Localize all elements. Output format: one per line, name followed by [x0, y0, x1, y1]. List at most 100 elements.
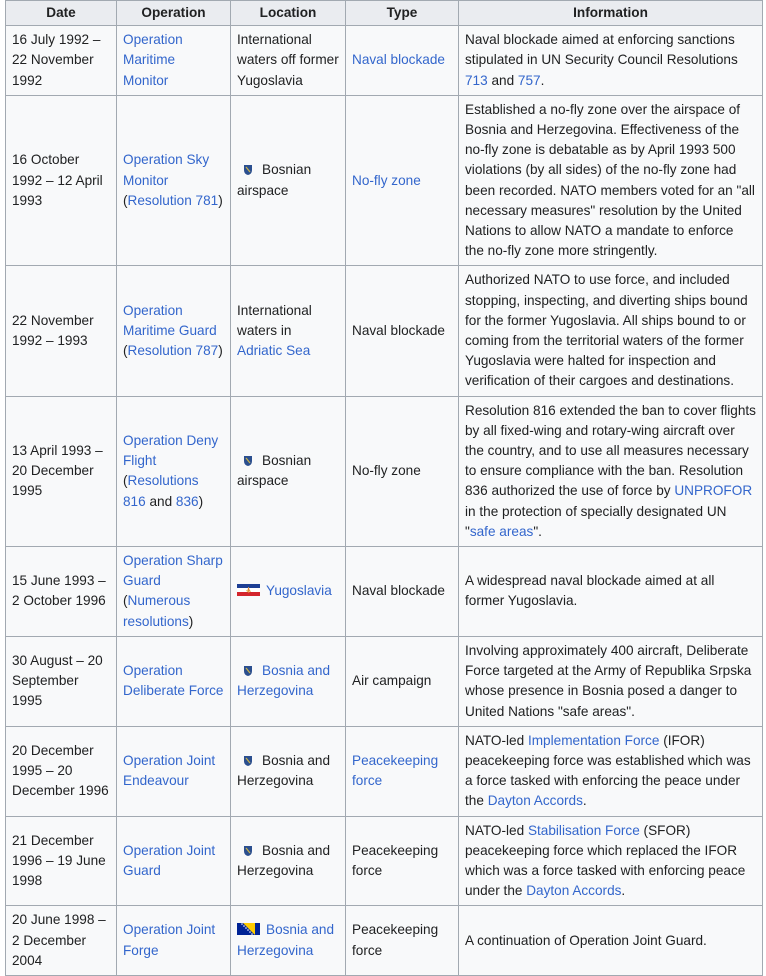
type-cell: No-fly zone [345, 94, 459, 267]
link[interactable]: Dayton Accords [526, 883, 621, 898]
header-information[interactable]: Information [458, 0, 763, 27]
type-cell: No-fly zone [345, 395, 459, 548]
bosnia-herzegovina-flag-icon [237, 922, 266, 937]
link[interactable]: Operation Joint Guard [123, 843, 215, 878]
location-cell: Bosnian airspace [230, 94, 346, 267]
text: . [582, 793, 587, 809]
operation-cell: Operation Deliberate Force [116, 635, 231, 727]
text: ) [198, 493, 204, 509]
information-cell: Authorized NATO to use force, and includ… [458, 265, 763, 397]
type-cell: Naval blockade [345, 25, 459, 96]
operation-cell: Operation Joint Forge [116, 905, 231, 976]
location-cell: International waters off former Yugoslav… [230, 25, 346, 96]
location-cell: Bosnia and Herzegovina [230, 635, 346, 727]
link[interactable]: Dayton Accords [488, 793, 583, 808]
table-row: 21 December 1996 – 19 June 1998 Operation… [5, 815, 763, 907]
text: Naval blockade [352, 583, 445, 599]
link[interactable]: Stabilisation Force [528, 823, 640, 838]
location-cell: Bosnia and Herzegovina [230, 815, 346, 907]
table-row: 15 June 1993 – 2 October 1996 Operation S… [5, 546, 763, 637]
text: International waters off former Yugoslav… [237, 32, 339, 88]
bosnia-coat-of-arms-icon [237, 453, 262, 468]
text: . [540, 72, 545, 88]
text: NATO-led [465, 822, 528, 838]
date-cell: 21 December 1996 – 19 June 1998 [5, 815, 117, 907]
link[interactable]: No-fly zone [352, 173, 421, 188]
link[interactable]: Operation Joint Endeavour [123, 753, 215, 788]
location-cell: Yugoslavia [230, 546, 346, 637]
information-cell: Naval blockade aimed at enforcing sancti… [458, 25, 763, 96]
yugoslavia-flag-icon [237, 583, 266, 598]
link[interactable]: Numerous resolutions [123, 593, 190, 628]
operation-cell: Operation Sharp Guard (Numerous resoluti… [116, 546, 231, 637]
link[interactable]: Operation Deny Flight [123, 433, 218, 468]
type-cell: Peacekeeping force [345, 905, 459, 976]
header-date[interactable]: Date [5, 0, 117, 27]
text: 30 August – 20 September 1995 [12, 652, 103, 709]
type-cell: Naval blockade [345, 265, 459, 397]
table-body: 16 July 1992 – 22 November 1992 Operation… [5, 25, 763, 976]
link[interactable]: Operation Joint Forge [123, 922, 215, 957]
text: NATO-led [465, 732, 528, 748]
header-type[interactable]: Type [345, 0, 459, 27]
location-cell: Bosnian airspace [230, 395, 346, 548]
text: and [145, 493, 176, 509]
operation-cell: Operation Joint Guard [116, 815, 231, 907]
link[interactable]: Resolution 787 [128, 343, 219, 358]
date-cell: 13 April 1993 – 20 December 1995 [5, 395, 117, 548]
location-cell: Bosnia and Herzegovina [230, 725, 346, 817]
text: Established a no-fly zone over the airsp… [465, 101, 755, 259]
link[interactable]: UNPROFOR [674, 483, 752, 498]
link[interactable]: Yugoslavia [266, 583, 332, 598]
link[interactable]: Adriatic Sea [237, 343, 310, 358]
header-location[interactable]: Location [230, 0, 346, 27]
text: Authorized NATO to use force, and includ… [465, 272, 748, 389]
information-cell: A widespread naval blockade aimed at all… [458, 546, 763, 637]
link[interactable]: Operation Maritime Guard [123, 303, 217, 338]
date-cell: 20 June 1998 – 2 December 2004 [5, 905, 117, 976]
text: Air campaign [352, 673, 432, 689]
type-cell: Naval blockade [345, 546, 459, 637]
link[interactable]: Naval blockade [352, 52, 445, 67]
location-cell: International waters in Adriatic Sea [230, 265, 346, 397]
header-row: Date Operation Location Type Information [5, 0, 763, 27]
bosnia-coat-of-arms-icon [237, 162, 262, 177]
link[interactable]: Resolution 781 [128, 193, 219, 208]
type-cell: Peacekeeping force [345, 815, 459, 907]
text: ) [218, 343, 223, 359]
text: 16 July 1992 – 22 November 1992 [12, 32, 101, 88]
information-cell: Established a no-fly zone over the airsp… [458, 94, 763, 267]
link[interactable]: 757 [518, 73, 541, 88]
text: No-fly zone [352, 463, 421, 479]
location-cell: Bosnia and Herzegovina [230, 905, 346, 976]
type-cell: Peacekeeping force [345, 725, 459, 817]
date-cell: 30 August – 20 September 1995 [5, 635, 117, 727]
operation-cell: Operation Maritime Guard (Resolution 787… [116, 265, 231, 397]
link[interactable]: Implementation Force [528, 733, 659, 748]
link[interactable]: Operation Sky Monitor [123, 152, 209, 187]
link[interactable]: Operation Sharp Guard [123, 553, 223, 588]
link[interactable]: 836 [176, 494, 199, 509]
bosnia-coat-of-arms-icon [237, 663, 262, 678]
text: 16 October 1992 – 12 April 1993 [12, 152, 103, 208]
text: . [621, 883, 626, 899]
link[interactable]: 713 [465, 73, 488, 88]
text: Peacekeeping force [352, 842, 439, 878]
table-row: 30 August – 20 September 1995 Operation D… [5, 635, 763, 727]
date-cell: 16 July 1992 – 22 November 1992 [5, 25, 117, 96]
text: 13 April 1993 – 20 December 1995 [12, 443, 103, 499]
operation-cell: Operation Deny Flight (Resolutions 816 a… [116, 395, 231, 548]
operations-table: Date Operation Location Type Information… [5, 0, 763, 976]
link[interactable]: safe areas [470, 524, 533, 539]
link[interactable]: Operation Deliberate Force [123, 663, 224, 698]
information-cell: A continuation of Operation Joint Guard. [458, 905, 763, 976]
text: International waters in [237, 302, 312, 338]
type-cell: Air campaign [345, 635, 459, 727]
text: ) [218, 192, 223, 208]
date-cell: 16 October 1992 – 12 April 1993 [5, 94, 117, 267]
header-operation[interactable]: Operation [116, 0, 231, 27]
table-row: 20 June 1998 – 2 December 2004 Operation … [5, 905, 763, 976]
date-cell: 22 November 1992 – 1993 [5, 265, 117, 397]
link[interactable]: Operation Maritime Monitor [123, 32, 183, 87]
link[interactable]: Peacekeeping force [352, 753, 438, 788]
